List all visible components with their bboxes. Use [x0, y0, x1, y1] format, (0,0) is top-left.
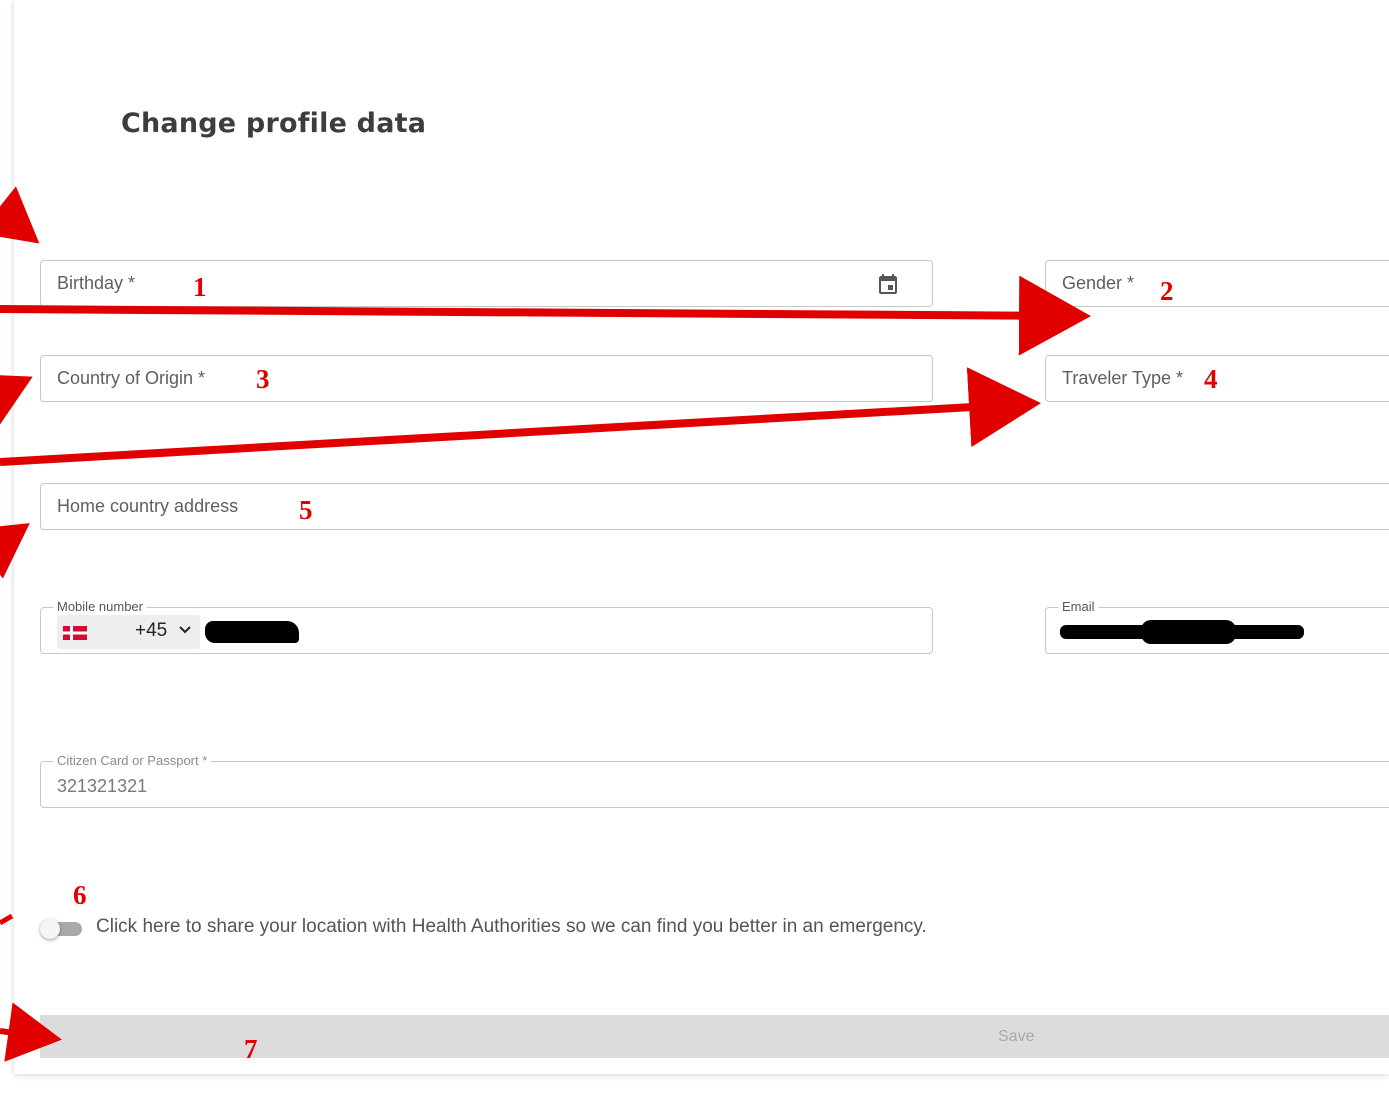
traveler-type-label: Traveler Type * [1062, 368, 1184, 388]
annotation-number-1: 1 [193, 272, 207, 302]
calendar-icon[interactable] [876, 272, 900, 296]
annotation-number-6: 6 [73, 880, 87, 910]
annotation-number-2: 2 [1160, 276, 1174, 306]
page-title: Change profile data [121, 108, 427, 139]
home-address-label: Home country address [57, 496, 239, 516]
mobile-number-label: Mobile number [53, 599, 147, 614]
country-of-origin-field[interactable]: Country of Origin * [40, 355, 933, 402]
birthday-label: Birthday * [57, 273, 136, 293]
location-share-text: Click here to share your location with H… [96, 916, 927, 937]
country-code-select[interactable]: +45 [57, 615, 200, 649]
country-of-origin-label: Country of Origin * [57, 368, 206, 388]
mobile-number-field[interactable]: Mobile number +45 [40, 599, 933, 654]
annotation-number-7: 7 [244, 1034, 258, 1064]
passport-value: 321321321 [57, 776, 148, 796]
gender-field[interactable]: Gender * [1045, 260, 1389, 307]
annotation-number-5: 5 [299, 495, 313, 525]
dial-code: +45 [135, 620, 168, 641]
redacted-email-tail [1141, 620, 1236, 644]
passport-field[interactable]: Citizen Card or Passport * 321321321 [40, 753, 1389, 808]
profile-card [14, 0, 1389, 1074]
annotation-number-4: 4 [1204, 364, 1218, 394]
save-button[interactable]: Save [40, 1015, 1389, 1058]
email-field[interactable]: Email [1045, 599, 1389, 654]
annotation-arrow-6 [0, 913, 14, 926]
denmark-flag-icon [63, 626, 87, 640]
location-share-toggle[interactable] [40, 919, 84, 939]
passport-label: Citizen Card or Passport * [53, 753, 212, 768]
birthday-field[interactable]: Birthday * [40, 260, 933, 307]
chevron-down-icon [179, 626, 191, 634]
annotation-number-3: 3 [256, 364, 270, 394]
save-button-label: Save [998, 1028, 1035, 1045]
redacted-phone [205, 621, 299, 643]
email-label: Email [1058, 599, 1099, 614]
home-address-field[interactable]: Home country address [40, 483, 1389, 530]
toggle-knob [40, 919, 60, 939]
gender-label: Gender * [1062, 273, 1135, 293]
